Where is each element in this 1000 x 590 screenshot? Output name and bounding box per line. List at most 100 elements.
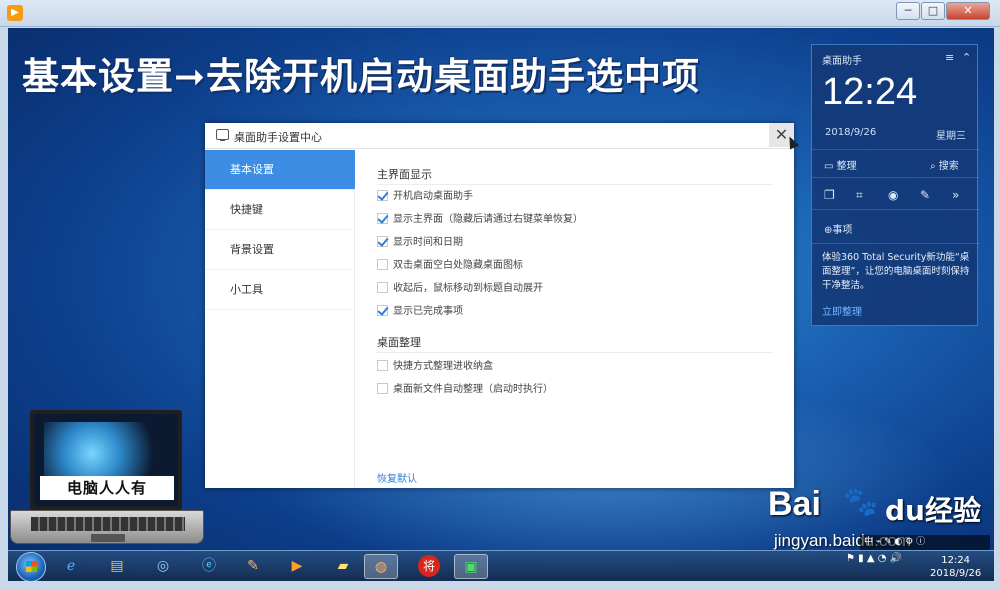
paint-icon[interactable]: ✎ [236,554,270,579]
player-icon[interactable]: ▶ [280,554,314,579]
option-show-time[interactable]: 显示时间和日期 [377,236,463,250]
network-icon[interactable]: ◎ [146,554,180,579]
jingyan-text: du经验 [885,489,981,529]
laptop-base [10,510,204,544]
search-label: 搜索 [938,161,959,172]
organize-now-link[interactable]: 立即整理 [822,303,862,318]
checkbox-unchecked[interactable] [377,383,388,394]
player-titlebar: ▶ ─ □ ✕ [0,0,1000,27]
checkbox-checked[interactable] [377,236,388,247]
option-hover-expand[interactable]: 收起后，鼠标移动到标题自动展开 [377,282,543,296]
eye-icon[interactable]: ◉ [888,188,898,202]
taskbar-clock[interactable]: 12:24 2018/9/26 [930,554,981,580]
option-show-completed[interactable]: 显示已完成事项 [377,305,463,319]
option-auto-organize[interactable]: 桌面新文件自动整理（启动时执行） [377,383,553,397]
checkbox-checked[interactable] [377,190,388,201]
section-title-main-display: 主界面显示 [377,168,432,181]
option-shortcut-box[interactable]: 快捷方式整理进收纳盒 [377,360,493,374]
checkbox-unchecked[interactable] [377,360,388,371]
widget-divider [812,149,979,150]
crop-icon[interactable]: ⌗ [856,188,863,203]
option-label: 收起后，鼠标移动到标题自动展开 [393,283,543,294]
organize-label: 整理 [836,161,857,172]
baidu-du: du [885,494,925,527]
widget-weekday: 星期三 [936,131,966,142]
widget-divider [812,177,979,178]
option-autostart[interactable]: 开机启动桌面助手 [377,190,473,204]
edit-icon[interactable]: ✎ [920,188,930,202]
promo-message: 体验360 Total Security新功能“桌面整理”，让您的电脑桌面时刻保… [822,252,970,291]
sidebar-item-basic[interactable]: 基本设置 [205,150,355,190]
chess-icon[interactable]: 将 [412,554,446,579]
sidebar-item-background[interactable]: 背景设置 [205,230,355,270]
close-button[interactable]: ✕ [946,2,990,20]
start-button[interactable] [16,552,46,581]
widget-date: 2018/9/26 [825,127,877,138]
minimize-button[interactable]: ─ [896,2,920,20]
system-tray[interactable]: ⚑ ▮ ▲ ◔ 🔊 [846,553,902,564]
taskbar: ℯ ▤ ◎ ⓔ ✎ ▶ ▰ ◍ 将 ▣ ⚑ ▮ ▲ ◔ 🔊 12:24 2018… [8,550,994,581]
section-title-desktop-organize: 桌面整理 [377,336,421,349]
app-icon[interactable]: ◍ [364,554,398,579]
settings-sidebar: 基本设置 快捷键 背景设置 小工具 [205,150,355,488]
option-label: 显示主界面（隐藏后请通过右键菜单恢复） [393,214,583,225]
laptop-screen: 电脑人人有 [30,410,182,510]
checkbox-checked[interactable] [377,213,388,224]
checkbox-unchecked[interactable] [377,282,388,293]
widget-divider [812,243,979,244]
sidebar-item-widgets[interactable]: 小工具 [205,270,355,310]
section-divider [377,352,773,353]
taskbar-time: 12:24 [941,555,971,566]
collapse-icon[interactable]: ⌃ [962,51,971,64]
option-label: 开机启动桌面助手 [393,191,473,202]
paw-icon: 🐾 [843,485,878,518]
desktop-helper-icon[interactable]: ▣ [454,554,488,579]
maximize-button[interactable]: □ [921,2,945,20]
organize-action[interactable]: ▭ 整理 [824,157,857,172]
monitor-icon [216,129,229,141]
option-show-main[interactable]: 显示主界面（隐藏后请通过右键菜单恢复） [377,213,583,227]
sidebar-item-shortcuts[interactable]: 快捷键 [205,190,355,230]
checkbox-unchecked[interactable] [377,259,388,270]
laptop-logo: 电脑人人有 [8,410,208,550]
checkbox-checked[interactable] [377,305,388,316]
notes-icon[interactable]: ▰ [326,554,360,579]
widget-divider [812,209,979,210]
ime-toolbar[interactable]: 中 ⌁ ✎ ◐ ⚙ ⓘ [860,535,990,550]
touchpad [91,534,125,542]
copy-icon[interactable]: ❐ [824,188,835,202]
restore-defaults-link[interactable]: 恢复默认 [377,470,417,485]
taskbar-date: 2018/9/26 [930,568,982,579]
monitor-icon: ▭ [824,161,837,172]
ie-icon[interactable]: ℯ [54,554,88,579]
option-label: 快捷方式整理进收纳盒 [393,361,493,372]
dialog-titlebar: 桌面助手设置中心 ✕ [205,123,794,149]
option-label: 桌面新文件自动整理（启动时执行） [393,384,553,395]
widget-clock: 12:24 [822,71,918,113]
more-icon[interactable]: » [952,188,959,202]
ie2-icon[interactable]: ⓔ [192,554,226,579]
desktop-helper-widget: 桌面助手 ≡ ⌃ 12:24 2018/9/26 星期三 ▭ 整理 ⌕ 搜索 ❐… [811,44,979,326]
add-task-action[interactable]: ⊕事项 [824,221,852,236]
tutorial-headline: 基本设置➞去除开机启动桌面助手选中项 [22,55,701,98]
jingyan-label: 经验 [924,494,981,527]
menu-icon[interactable]: ≡ [945,51,954,64]
laptop-label: 电脑人人有 [40,476,174,500]
settings-dialog: 桌面助手设置中心 ✕ 基本设置 快捷键 背景设置 小工具 主界面显示 开机启动桌… [205,123,794,488]
section-divider [377,184,773,185]
search-icon: ⌕ [930,161,939,172]
add-task-label: 事项 [832,225,853,236]
baidu-logo-text: Bai [768,485,821,524]
option-label: 显示已完成事项 [393,306,463,317]
search-action[interactable]: ⌕ 搜索 [930,157,959,172]
baidu-brand: Bai [768,485,821,523]
player-logo-icon: ▶ [7,5,23,21]
folder-icon[interactable]: ▤ [100,554,134,579]
option-label: 双击桌面空白处隐藏桌面图标 [393,260,523,271]
keyboard [31,517,185,531]
widget-title: 桌面助手 [822,56,862,67]
option-doubleclick-hide[interactable]: 双击桌面空白处隐藏桌面图标 [377,259,523,273]
desktop: 基本设置➞去除开机启动桌面助手选中项 桌面助手 ≡ ⌃ 12:24 2018/9… [8,28,994,581]
option-label: 显示时间和日期 [393,237,463,248]
dialog-title: 桌面助手设置中心 [234,131,322,144]
